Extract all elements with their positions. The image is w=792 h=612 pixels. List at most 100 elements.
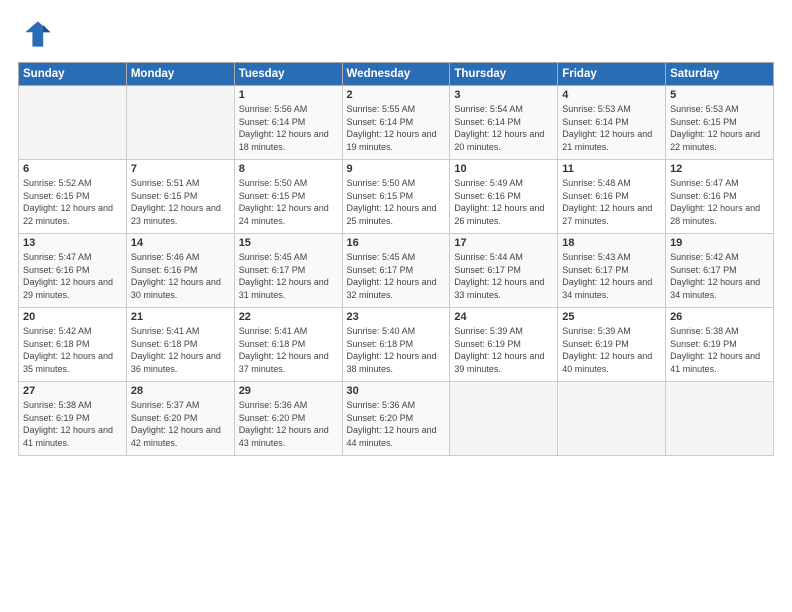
day-number: 12 (670, 163, 769, 175)
day-number: 3 (454, 89, 553, 101)
day-info: Sunrise: 5:53 AM Sunset: 6:15 PM Dayligh… (670, 103, 769, 153)
day-cell: 4Sunrise: 5:53 AM Sunset: 6:14 PM Daylig… (558, 86, 666, 160)
day-number: 15 (239, 237, 338, 249)
day-info: Sunrise: 5:39 AM Sunset: 6:19 PM Dayligh… (562, 325, 661, 375)
header-row: SundayMondayTuesdayWednesdayThursdayFrid… (19, 63, 774, 86)
day-number: 9 (347, 163, 446, 175)
day-cell: 15 Sunrise: 5:45 AM Sunset: 6:17 PM Dayli… (234, 234, 342, 308)
day-info: Sunrise: 5:54 AM Sunset: 6:14 PM Dayligh… (454, 103, 553, 153)
day-cell: 28 Sunrise: 5:37 AM Sunset: 6:20 PM Dayli… (126, 382, 234, 456)
day-number: 30 (347, 385, 446, 397)
day-cell: 8 Sunrise: 5:50 AM Sunset: 6:15 PM Daylig… (234, 160, 342, 234)
day-number: 14 (131, 237, 230, 249)
day-cell (558, 382, 666, 456)
day-number: 17 (454, 237, 553, 249)
day-cell: 9 Sunrise: 5:50 AM Sunset: 6:15 PM Daylig… (342, 160, 450, 234)
day-cell: 13 Sunrise: 5:47 AM Sunset: 6:16 PM Dayli… (19, 234, 127, 308)
day-number: 10 (454, 163, 553, 175)
week-row-4: 20 Sunrise: 5:42 AM Sunset: 6:18 PM Dayli… (19, 308, 774, 382)
day-number: 13 (23, 237, 122, 249)
day-header-saturday: Saturday (666, 63, 774, 86)
week-row-5: 27 Sunrise: 5:38 AM Sunset: 6:19 PM Dayli… (19, 382, 774, 456)
day-info: Sunrise: 5:50 AM Sunset: 6:15 PM Dayligh… (239, 177, 338, 227)
day-info: Sunrise: 5:37 AM Sunset: 6:20 PM Dayligh… (131, 399, 230, 449)
day-cell (19, 86, 127, 160)
day-info: Sunrise: 5:52 AM Sunset: 6:15 PM Dayligh… (23, 177, 122, 227)
day-header-thursday: Thursday (450, 63, 558, 86)
day-header-monday: Monday (126, 63, 234, 86)
day-cell: 14 Sunrise: 5:46 AM Sunset: 6:16 PM Dayli… (126, 234, 234, 308)
day-number: 28 (131, 385, 230, 397)
day-cell: 27 Sunrise: 5:38 AM Sunset: 6:19 PM Dayli… (19, 382, 127, 456)
day-cell: 24 Sunrise: 5:39 AM Sunset: 6:19 PM Dayli… (450, 308, 558, 382)
day-cell: 11Sunrise: 5:48 AM Sunset: 6:16 PM Dayli… (558, 160, 666, 234)
day-number: 20 (23, 311, 122, 323)
day-number: 5 (670, 89, 769, 101)
day-cell: 18 Sunrise: 5:43 AM Sunset: 6:17 PM Dayli… (558, 234, 666, 308)
day-number: 2 (347, 89, 446, 101)
day-cell (450, 382, 558, 456)
day-info: Sunrise: 5:38 AM Sunset: 6:19 PM Dayligh… (23, 399, 122, 449)
day-info: Sunrise: 5:44 AM Sunset: 6:17 PM Dayligh… (454, 251, 553, 301)
day-number: 23 (347, 311, 446, 323)
day-header-tuesday: Tuesday (234, 63, 342, 86)
day-cell: 3 Sunrise: 5:54 AM Sunset: 6:14 PM Daylig… (450, 86, 558, 160)
day-info: Sunrise: 5:48 AM Sunset: 6:16 PM Dayligh… (562, 177, 661, 227)
day-number: 18 (562, 237, 661, 249)
day-number: 27 (23, 385, 122, 397)
day-info: Sunrise: 5:43 AM Sunset: 6:17 PM Dayligh… (562, 251, 661, 301)
day-cell: 10 Sunrise: 5:49 AM Sunset: 6:16 PM Dayli… (450, 160, 558, 234)
day-cell: 1Sunrise: 5:56 AM Sunset: 6:14 PM Daylig… (234, 86, 342, 160)
day-number: 26 (670, 311, 769, 323)
logo (18, 16, 58, 52)
day-number: 24 (454, 311, 553, 323)
day-info: Sunrise: 5:42 AM Sunset: 6:17 PM Dayligh… (670, 251, 769, 301)
day-info: Sunrise: 5:49 AM Sunset: 6:16 PM Dayligh… (454, 177, 553, 227)
day-info: Sunrise: 5:56 AM Sunset: 6:14 PM Dayligh… (239, 103, 338, 153)
week-row-2: 6 Sunrise: 5:52 AM Sunset: 6:15 PM Daylig… (19, 160, 774, 234)
day-info: Sunrise: 5:46 AM Sunset: 6:16 PM Dayligh… (131, 251, 230, 301)
page: SundayMondayTuesdayWednesdayThursdayFrid… (0, 0, 792, 612)
day-info: Sunrise: 5:50 AM Sunset: 6:15 PM Dayligh… (347, 177, 446, 227)
day-cell: 7Sunrise: 5:51 AM Sunset: 6:15 PM Daylig… (126, 160, 234, 234)
day-info: Sunrise: 5:47 AM Sunset: 6:16 PM Dayligh… (23, 251, 122, 301)
week-row-3: 13 Sunrise: 5:47 AM Sunset: 6:16 PM Dayli… (19, 234, 774, 308)
header (18, 16, 774, 52)
day-cell: 20 Sunrise: 5:42 AM Sunset: 6:18 PM Dayli… (19, 308, 127, 382)
day-cell: 30 Sunrise: 5:36 AM Sunset: 6:20 PM Dayli… (342, 382, 450, 456)
day-cell: 6 Sunrise: 5:52 AM Sunset: 6:15 PM Daylig… (19, 160, 127, 234)
day-number: 4 (562, 89, 661, 101)
day-cell: 29 Sunrise: 5:36 AM Sunset: 6:20 PM Dayli… (234, 382, 342, 456)
week-row-1: 1Sunrise: 5:56 AM Sunset: 6:14 PM Daylig… (19, 86, 774, 160)
logo-icon (18, 16, 54, 52)
day-cell: 25Sunrise: 5:39 AM Sunset: 6:19 PM Dayli… (558, 308, 666, 382)
day-header-sunday: Sunday (19, 63, 127, 86)
day-number: 6 (23, 163, 122, 175)
day-number: 8 (239, 163, 338, 175)
day-info: Sunrise: 5:39 AM Sunset: 6:19 PM Dayligh… (454, 325, 553, 375)
day-info: Sunrise: 5:47 AM Sunset: 6:16 PM Dayligh… (670, 177, 769, 227)
day-number: 29 (239, 385, 338, 397)
day-info: Sunrise: 5:41 AM Sunset: 6:18 PM Dayligh… (239, 325, 338, 375)
day-cell: 22 Sunrise: 5:41 AM Sunset: 6:18 PM Dayli… (234, 308, 342, 382)
calendar-table: SundayMondayTuesdayWednesdayThursdayFrid… (18, 62, 774, 456)
day-number: 22 (239, 311, 338, 323)
day-info: Sunrise: 5:45 AM Sunset: 6:17 PM Dayligh… (239, 251, 338, 301)
day-number: 7 (131, 163, 230, 175)
day-number: 19 (670, 237, 769, 249)
day-info: Sunrise: 5:45 AM Sunset: 6:17 PM Dayligh… (347, 251, 446, 301)
day-info: Sunrise: 5:36 AM Sunset: 6:20 PM Dayligh… (239, 399, 338, 449)
day-cell: 2 Sunrise: 5:55 AM Sunset: 6:14 PM Daylig… (342, 86, 450, 160)
day-info: Sunrise: 5:40 AM Sunset: 6:18 PM Dayligh… (347, 325, 446, 375)
day-info: Sunrise: 5:55 AM Sunset: 6:14 PM Dayligh… (347, 103, 446, 153)
day-info: Sunrise: 5:36 AM Sunset: 6:20 PM Dayligh… (347, 399, 446, 449)
day-cell: 23 Sunrise: 5:40 AM Sunset: 6:18 PM Dayli… (342, 308, 450, 382)
day-cell (126, 86, 234, 160)
day-cell: 16Sunrise: 5:45 AM Sunset: 6:17 PM Dayli… (342, 234, 450, 308)
day-header-friday: Friday (558, 63, 666, 86)
day-info: Sunrise: 5:42 AM Sunset: 6:18 PM Dayligh… (23, 325, 122, 375)
day-number: 21 (131, 311, 230, 323)
day-info: Sunrise: 5:38 AM Sunset: 6:19 PM Dayligh… (670, 325, 769, 375)
day-cell: 17 Sunrise: 5:44 AM Sunset: 6:17 PM Dayli… (450, 234, 558, 308)
day-info: Sunrise: 5:41 AM Sunset: 6:18 PM Dayligh… (131, 325, 230, 375)
